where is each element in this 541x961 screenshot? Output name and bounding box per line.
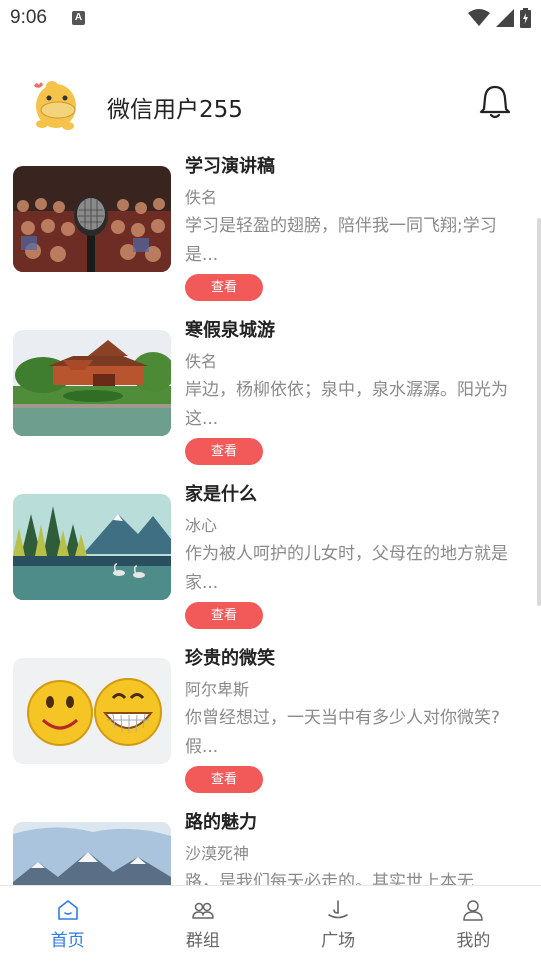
list-item[interactable]: 寒假泉城游 佚名 岸边，杨柳依依；泉中，泉水潺潺。阳光为这... 查看	[0, 314, 541, 478]
nav-groups[interactable]: 群组	[135, 886, 270, 961]
article-thumbnail[interactable]	[13, 330, 171, 436]
notification-icon: A	[72, 11, 85, 25]
forest-lake-swans-image	[13, 494, 171, 600]
pavilion-lake-image	[13, 330, 171, 436]
article-author: 佚名	[185, 352, 218, 371]
article-thumbnail[interactable]	[13, 166, 171, 272]
list-item[interactable]: 学习演讲稿 佚名 学习是轻盈的翅膀，陪伴我一同飞翔;学习是... 查看	[0, 150, 541, 314]
article-title[interactable]: 路的魅力	[185, 808, 257, 834]
signal-icon	[496, 9, 514, 27]
article-excerpt: 学习是轻盈的翅膀，陪伴我一同飞翔;学习是...	[185, 216, 497, 265]
bottom-nav: 首页 群组 广场 我的	[0, 885, 541, 961]
view-button[interactable]: 查看	[185, 766, 263, 793]
status-bar: 9:06 A	[0, 0, 541, 38]
nav-label: 广场	[321, 931, 356, 951]
wifi-icon	[468, 9, 490, 26]
list-item[interactable]: 家是什么 冰心 作为被人呵护的儿女时，父母在的地方就是家... 查看	[0, 478, 541, 642]
view-button[interactable]: 查看	[185, 274, 263, 301]
profile-header: 微信用户255	[0, 70, 541, 140]
article-author: 沙漠死神	[185, 844, 250, 863]
nav-square[interactable]: 广场	[271, 886, 406, 961]
article-title[interactable]: 家是什么	[185, 480, 257, 506]
nav-home[interactable]: 首页	[0, 886, 135, 961]
avatar[interactable]	[28, 76, 82, 132]
article-thumbnail[interactable]	[13, 658, 171, 764]
smiley-faces-image	[13, 658, 171, 764]
status-time: 9:06	[10, 7, 47, 28]
article-excerpt: 岸边，杨柳依依；泉中，泉水潺潺。阳光为这...	[185, 380, 508, 429]
square-icon	[328, 900, 348, 919]
snowy-mountains-image	[13, 822, 171, 885]
username: 微信用户255	[107, 97, 243, 123]
group-icon	[192, 902, 214, 919]
article-excerpt: 作为被人呵护的儿女时，父母在的地方就是家...	[185, 544, 508, 593]
article-excerpt: 你曾经想过，一天当中有多少人对你微笑?假...	[185, 708, 501, 757]
article-list[interactable]: 学习演讲稿 佚名 学习是轻盈的翅膀，陪伴我一同飞翔;学习是... 查看 寒假泉城…	[0, 150, 541, 885]
nav-label: 我的	[456, 931, 491, 951]
article-title[interactable]: 学习演讲稿	[185, 152, 275, 178]
profile-icon	[463, 900, 484, 921]
article-title[interactable]: 珍贵的微笑	[185, 644, 275, 670]
article-author: 冰心	[185, 516, 218, 535]
article-title[interactable]: 寒假泉城游	[185, 316, 275, 342]
view-button[interactable]: 查看	[185, 438, 263, 465]
status-icons	[468, 8, 531, 28]
nav-label: 群组	[185, 931, 220, 951]
home-icon	[57, 900, 78, 920]
article-thumbnail[interactable]	[13, 494, 171, 600]
list-item[interactable]: 珍贵的微笑 阿尔卑斯 你曾经想过，一天当中有多少人对你微笑?假... 查看	[0, 642, 541, 806]
microphone-audience-image	[13, 166, 171, 272]
bell-icon[interactable]	[478, 84, 512, 120]
article-thumbnail[interactable]	[13, 822, 171, 885]
view-button[interactable]: 查看	[185, 602, 263, 629]
list-item[interactable]: 路的魅力 沙漠死神 路，是我们每天必走的。其实世上本无	[0, 806, 541, 885]
article-excerpt: 路，是我们每天必走的。其实世上本无	[185, 872, 474, 885]
nav-label: 首页	[50, 931, 85, 951]
article-author: 阿尔卑斯	[185, 680, 250, 699]
scrollbar[interactable]	[537, 218, 541, 606]
nav-profile[interactable]: 我的	[406, 886, 541, 961]
battery-icon	[520, 8, 531, 28]
article-author: 佚名	[185, 188, 218, 207]
